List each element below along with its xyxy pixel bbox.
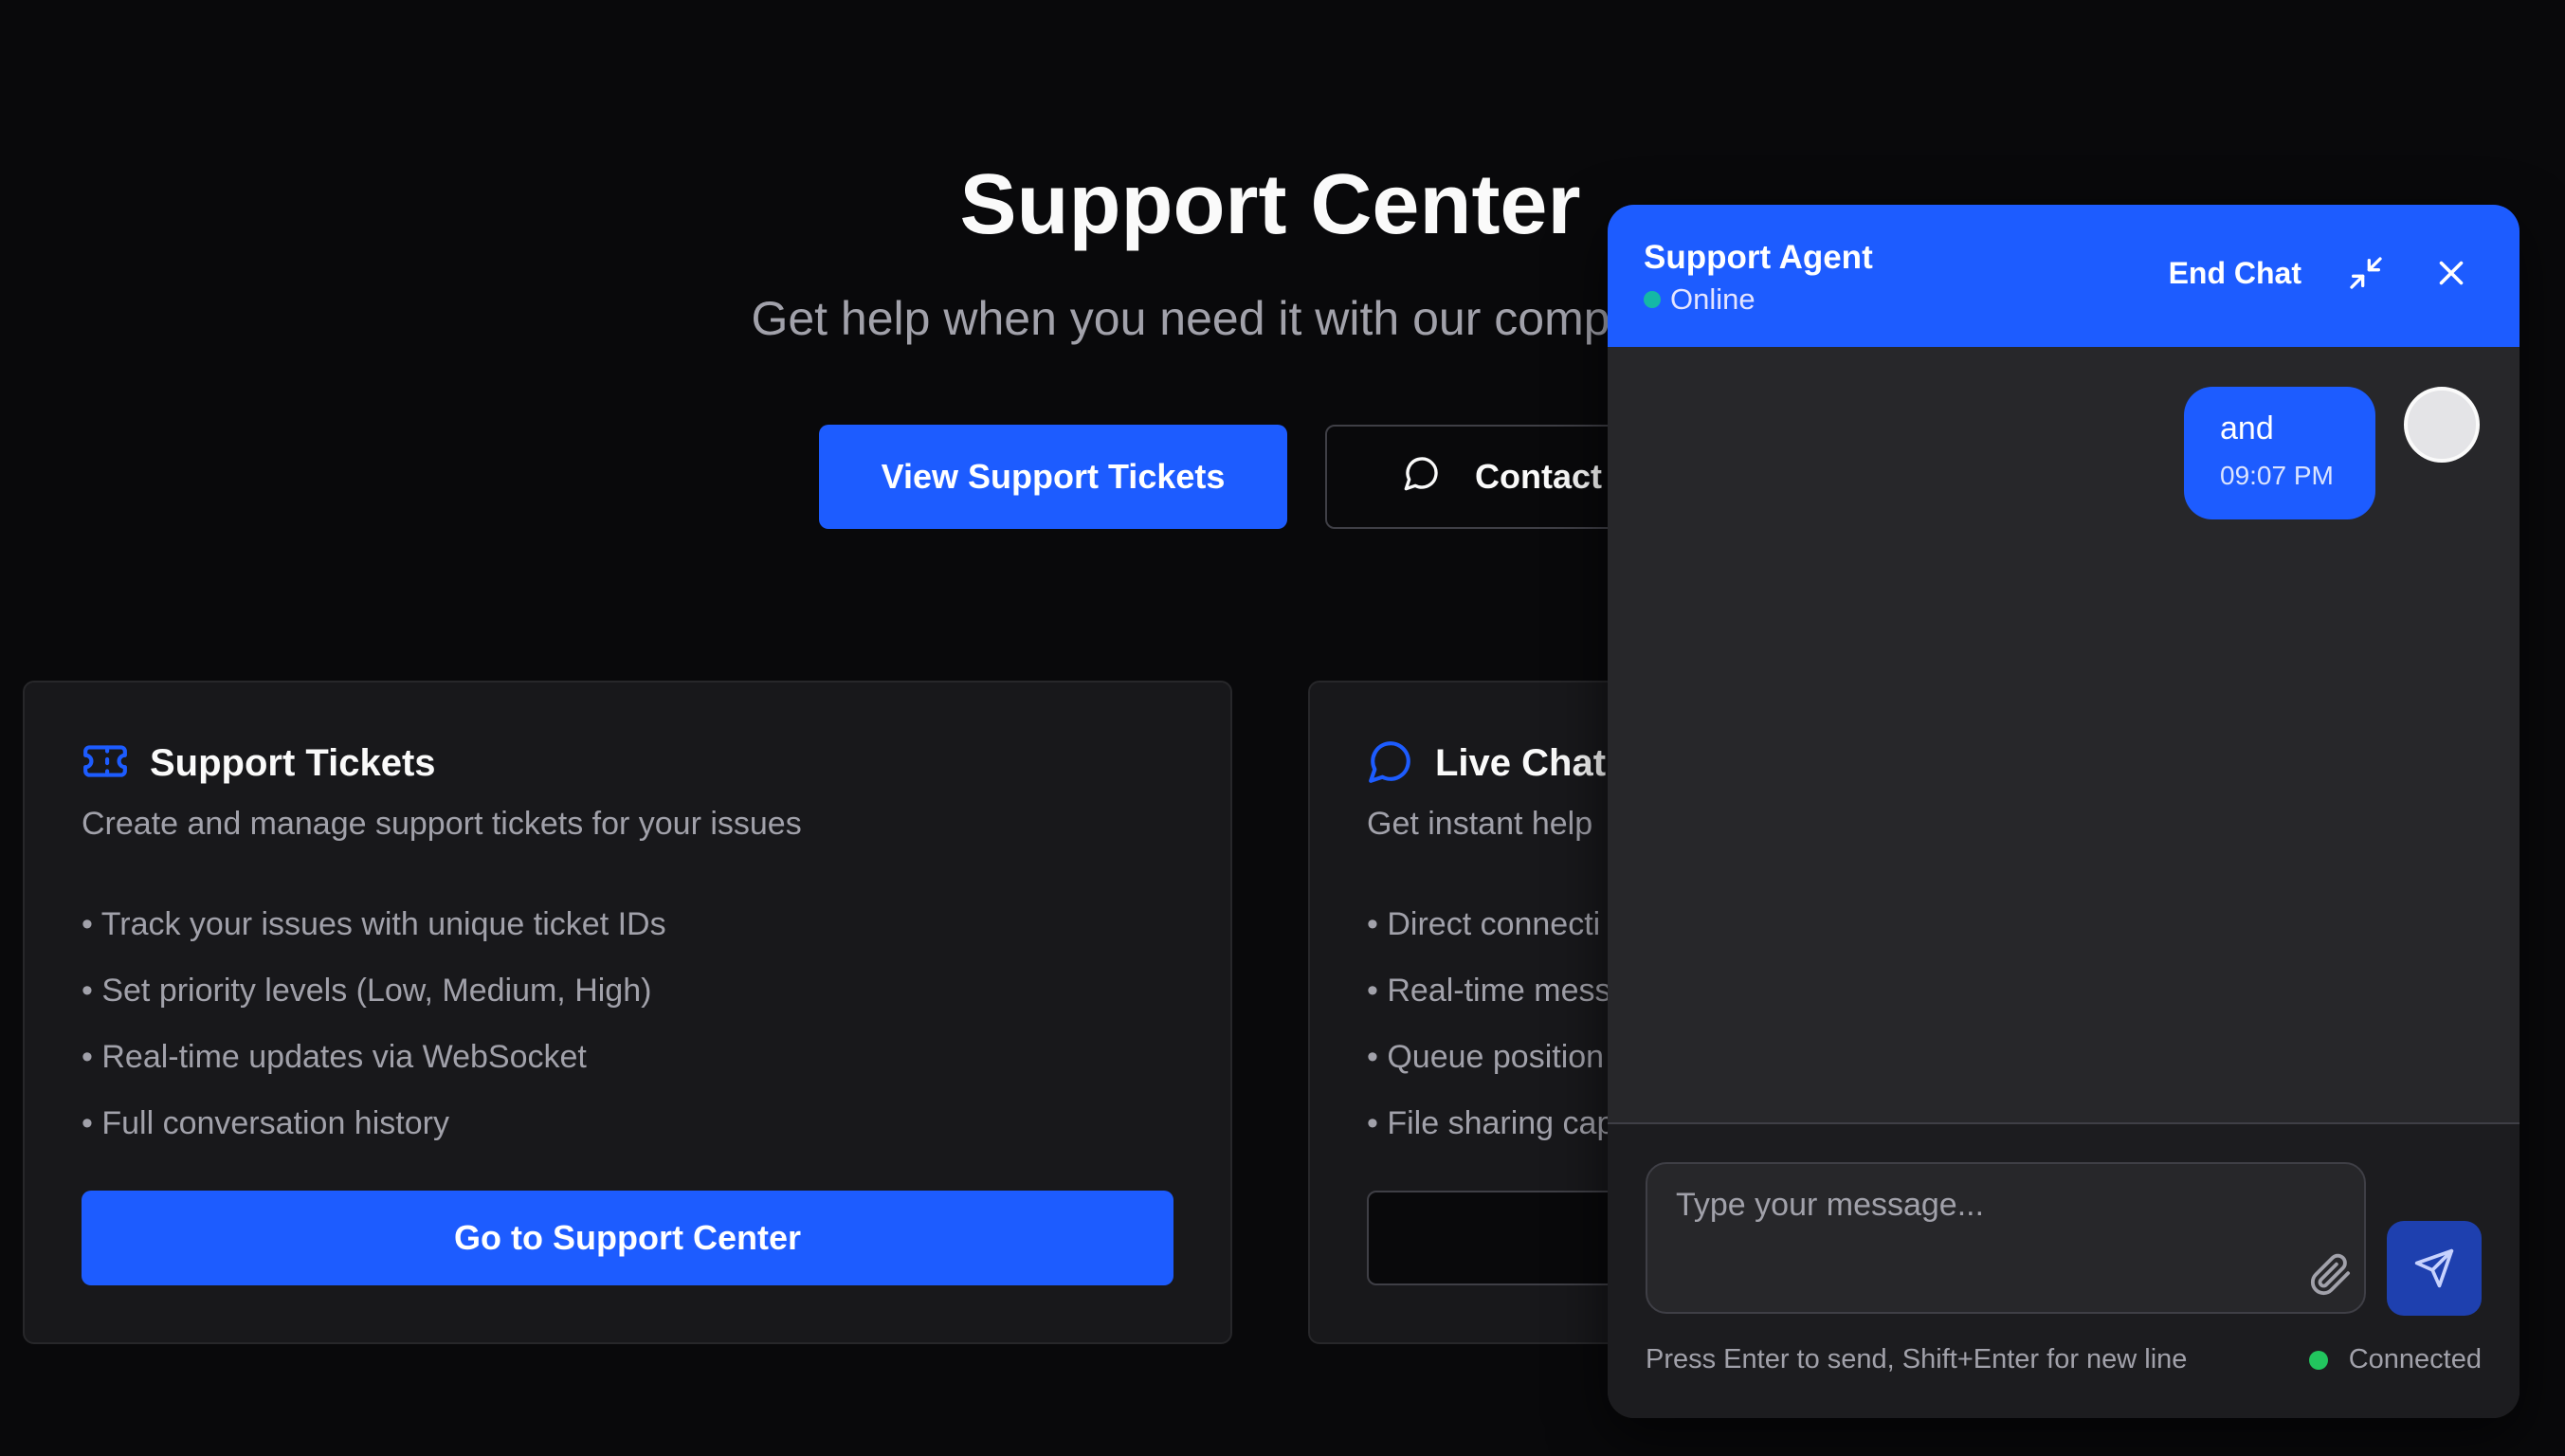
connected-status-dot <box>2308 1350 2328 1370</box>
minimize-button[interactable] <box>2345 252 2387 294</box>
message-text: and <box>2220 410 2274 446</box>
list-item: • Track your issues with unique ticket I… <box>82 906 666 942</box>
go-to-support-center-label: Go to Support Center <box>454 1218 801 1257</box>
chat-widget: Support Agent Online End Chat and 09:07 … <box>1608 205 2520 1418</box>
close-button[interactable] <box>2430 252 2472 294</box>
avatar <box>2404 387 2480 463</box>
chat-input-area: Press Enter to send, Shift+Enter for new… <box>1608 1122 2520 1418</box>
feature-list: • Track your issues with unique ticket I… <box>82 901 1173 1166</box>
card-title: Support Tickets <box>150 741 436 784</box>
chat-header-actions: End Chat <box>2169 252 2472 294</box>
attach-file-button[interactable] <box>2309 1253 2353 1297</box>
go-to-support-center-button[interactable]: Go to Support Center <box>82 1191 1173 1285</box>
send-icon <box>2414 1248 2454 1288</box>
card-description: Create and manage support tickets for yo… <box>82 806 802 842</box>
close-icon <box>2439 261 2464 285</box>
connection-label: Connected <box>2348 1344 2482 1374</box>
minimize-icon <box>2350 257 2382 289</box>
list-item: • Full conversation history <box>82 1105 449 1141</box>
list-item: • Set priority levels (Low, Medium, High… <box>82 973 652 1009</box>
view-support-tickets-label: View Support Tickets <box>881 457 1226 496</box>
card-title: Live Chat <box>1435 741 1607 784</box>
contact-label: Contact <box>1475 457 1602 496</box>
online-status-dot <box>1644 291 1661 308</box>
connection-status: Connected <box>2308 1344 2482 1375</box>
paperclip-icon <box>2310 1253 2351 1296</box>
support-tickets-card: Support Tickets Create and manage suppor… <box>23 681 1232 1344</box>
input-hint: Press Enter to send, Shift+Enter for new… <box>1646 1344 2188 1374</box>
send-button[interactable] <box>2387 1221 2482 1316</box>
end-chat-button[interactable]: End Chat <box>2169 256 2301 291</box>
user-message-bubble: and 09:07 PM <box>2184 387 2375 519</box>
view-support-tickets-button[interactable]: View Support Tickets <box>819 425 1287 529</box>
message-timestamp: 09:07 PM <box>2220 461 2334 490</box>
agent-status-label: Online <box>1670 282 1755 316</box>
chat-header: Support Agent Online End Chat <box>1608 205 2520 347</box>
ticket-icon <box>82 737 129 790</box>
support-center-page: Support Center Get help when you need it… <box>0 0 2565 1456</box>
list-item: • Real-time updates via WebSocket <box>82 1039 587 1075</box>
chat-bubble-icon <box>1367 737 1414 790</box>
chat-bubble-icon <box>1403 454 1441 500</box>
message-input[interactable] <box>1646 1162 2366 1314</box>
